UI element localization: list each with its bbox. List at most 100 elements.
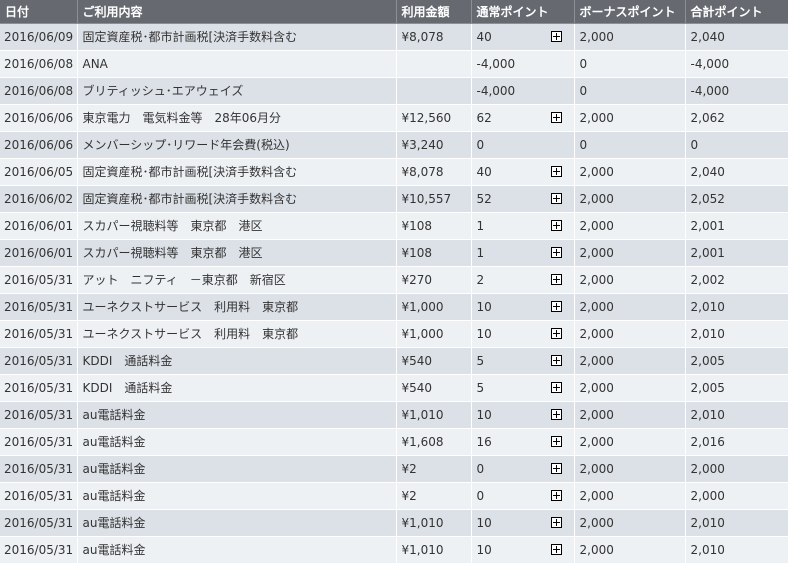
plus-box-icon[interactable] [550, 301, 562, 312]
cell-description: KDDI 通話料金 [77, 347, 397, 375]
usage-history-table: 日付 ご利用内容 利用金額 通常ポイント ボーナスポイント 合計ポイント 201… [0, 0, 788, 564]
table-row: 2016/06/06 メンバーシップ･リワード年会費(税込) ¥3,240 0 … [0, 131, 788, 159]
cell-bonus-points: 2,000 [574, 536, 686, 564]
regular-points-value: 0 [476, 488, 485, 503]
cell-date: 2016/06/02 [0, 185, 78, 213]
plus-box-icon[interactable] [550, 112, 562, 123]
plus-box-icon[interactable] [550, 463, 562, 474]
cell-regular-points: -4,000 [471, 77, 575, 105]
plus-box-icon[interactable] [550, 517, 562, 528]
table-row: 2016/06/08 ブリティッシュ･エアウェイズ -4,000 0 -4,00… [0, 77, 788, 105]
cell-amount: ¥1,608 [396, 428, 472, 456]
cell-regular-points: 10 [471, 536, 575, 564]
regular-points-value: 10 [476, 326, 492, 341]
cell-date: 2016/06/09 [0, 23, 78, 51]
plus-box-icon[interactable] [550, 31, 562, 42]
cell-amount: ¥8,078 [396, 23, 472, 51]
cell-bonus-points: 2,000 [574, 455, 686, 483]
cell-date: 2016/06/01 [0, 239, 78, 267]
table-row: 2016/05/31 ユーネクストサービス 利用料 東京都 ¥1,000 10 … [0, 320, 788, 348]
plus-box-icon[interactable] [550, 436, 562, 447]
cell-bonus-points: 0 [574, 131, 686, 159]
plus-box-icon[interactable] [550, 220, 562, 231]
cell-bonus-points: 2,000 [574, 509, 686, 537]
table-row: 2016/06/01 スカパー視聴料等 東京都 港区 ¥108 1 2,000 … [0, 239, 788, 267]
cell-total-points: 2,010 [685, 509, 788, 537]
table-row: 2016/06/06 東京電力 電気料金等 28年06月分 ¥12,560 62… [0, 104, 788, 132]
regular-points-value: -4,000 [476, 83, 516, 98]
cell-regular-points: 10 [471, 509, 575, 537]
cell-bonus-points: 2,000 [574, 266, 686, 294]
cell-description: au電話料金 [77, 509, 397, 537]
cell-amount: ¥1,000 [396, 293, 472, 321]
cell-regular-points: 2 [471, 266, 575, 294]
regular-points-value: 62 [476, 110, 492, 125]
cell-total-points: 2,010 [685, 293, 788, 321]
cell-regular-points: 40 [471, 158, 575, 186]
regular-points-value: 10 [476, 515, 492, 530]
cell-total-points: 2,040 [685, 23, 788, 51]
cell-date: 2016/05/31 [0, 536, 78, 564]
cell-description: au電話料金 [77, 536, 397, 564]
cell-amount: ¥10,557 [396, 185, 472, 213]
cell-total-points: 2,052 [685, 185, 788, 213]
table-row: 2016/06/08 ANA -4,000 0 -4,000 [0, 50, 788, 78]
plus-box-icon[interactable] [550, 382, 562, 393]
cell-amount: ¥1,010 [396, 536, 472, 564]
header-date: 日付 [0, 0, 78, 24]
regular-points-value: 0 [476, 137, 485, 152]
cell-amount [396, 77, 472, 105]
cell-regular-points: 5 [471, 347, 575, 375]
plus-box-icon[interactable] [550, 328, 562, 339]
plus-box-icon[interactable] [550, 544, 562, 555]
plus-box-icon[interactable] [550, 355, 562, 366]
cell-bonus-points: 0 [574, 50, 686, 78]
regular-points-value: 52 [476, 191, 492, 206]
table-row: 2016/05/31 au電話料金 ¥1,608 16 2,000 2,016 [0, 428, 788, 456]
cell-description: au電話料金 [77, 401, 397, 429]
cell-bonus-points: 2,000 [574, 401, 686, 429]
table-row: 2016/05/31 au電話料金 ¥1,010 10 2,000 2,010 [0, 401, 788, 429]
table-row: 2016/06/02 固定資産税･都市計画税[決済手数料含む ¥10,557 5… [0, 185, 788, 213]
cell-amount: ¥8,078 [396, 158, 472, 186]
plus-box-icon[interactable] [550, 247, 562, 258]
cell-bonus-points: 2,000 [574, 374, 686, 402]
cell-amount: ¥12,560 [396, 104, 472, 132]
regular-points-value: 40 [476, 29, 492, 44]
plus-box-icon[interactable] [550, 166, 562, 177]
cell-total-points: 2,010 [685, 320, 788, 348]
cell-date: 2016/05/31 [0, 455, 78, 483]
cell-description: 固定資産税･都市計画税[決済手数料含む [77, 23, 397, 51]
cell-total-points: 0 [685, 131, 788, 159]
cell-total-points: 2,062 [685, 104, 788, 132]
cell-description: ANA [77, 50, 397, 78]
cell-date: 2016/05/31 [0, 347, 78, 375]
cell-total-points: 2,005 [685, 347, 788, 375]
cell-description: スカパー視聴料等 東京都 港区 [77, 212, 397, 240]
plus-box-icon[interactable] [550, 274, 562, 285]
cell-date: 2016/05/31 [0, 482, 78, 510]
header-description: ご利用内容 [77, 0, 397, 24]
cell-regular-points: 62 [471, 104, 575, 132]
cell-regular-points: 10 [471, 320, 575, 348]
cell-regular-points: 1 [471, 239, 575, 267]
cell-description: ユーネクストサービス 利用料 東京都 [77, 293, 397, 321]
cell-amount: ¥540 [396, 374, 472, 402]
cell-description: au電話料金 [77, 428, 397, 456]
plus-box-icon[interactable] [550, 409, 562, 420]
regular-points-value: -4,000 [476, 56, 516, 71]
cell-date: 2016/05/31 [0, 266, 78, 294]
cell-bonus-points: 2,000 [574, 347, 686, 375]
plus-box-icon[interactable] [550, 193, 562, 204]
cell-total-points: 2,010 [685, 401, 788, 429]
cell-description: au電話料金 [77, 482, 397, 510]
cell-description: スカパー視聴料等 東京都 港区 [77, 239, 397, 267]
cell-amount [396, 50, 472, 78]
header-bonus-points: ボーナスポイント [574, 0, 686, 24]
cell-date: 2016/05/31 [0, 509, 78, 537]
plus-box-icon[interactable] [550, 490, 562, 501]
cell-regular-points: 1 [471, 212, 575, 240]
cell-bonus-points: 2,000 [574, 482, 686, 510]
cell-bonus-points: 2,000 [574, 320, 686, 348]
cell-total-points: 2,010 [685, 536, 788, 564]
